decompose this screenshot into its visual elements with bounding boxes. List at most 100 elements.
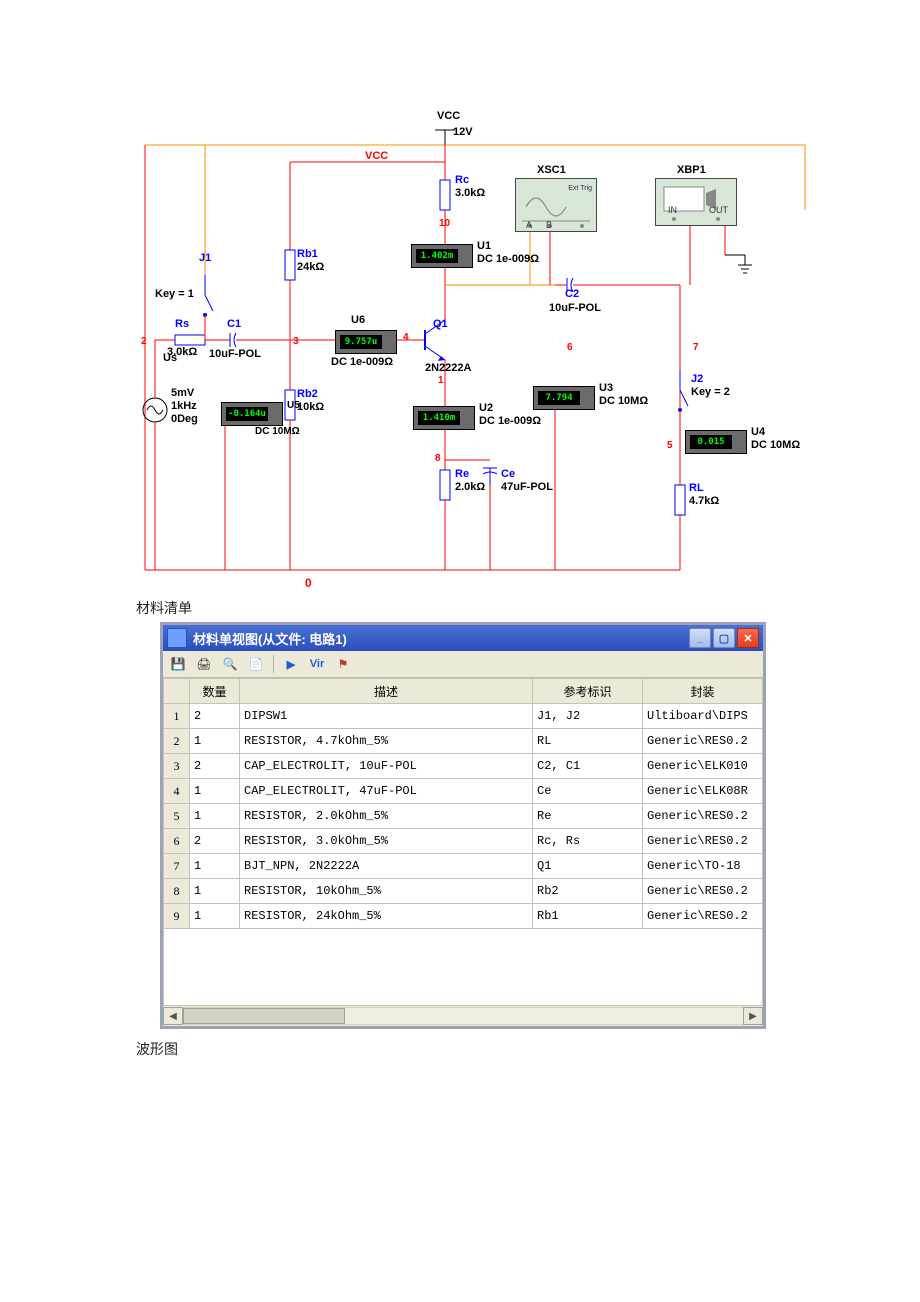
scope-ref: XSC1 <box>537 164 566 177</box>
scope-ch-a: A <box>526 220 532 230</box>
re-val: 2.0kΩ <box>455 481 485 494</box>
bom-caption: 材料清单 <box>136 598 920 618</box>
cell-desc[interactable]: CAP_ELECTROLIT, 47uF-POL <box>240 779 533 804</box>
bom-hscrollbar[interactable]: ◀ ▶ <box>163 1006 763 1026</box>
cell-pkg[interactable]: Generic\RES0.2 <box>643 904 763 929</box>
print-icon[interactable]: 🖨 <box>195 655 213 673</box>
rl-val: 4.7kΩ <box>689 495 719 508</box>
table-row[interactable]: 91RESISTOR, 24kOhm_5%Rb1Generic\RES0.2 <box>164 904 763 929</box>
meter-u6[interactable]: 9.757u <box>335 330 397 354</box>
cell-pkg[interactable]: Generic\TO-18 <box>643 854 763 879</box>
cell-pkg[interactable]: Generic\RES0.2 <box>643 729 763 754</box>
cell-desc[interactable]: BJT_NPN, 2N2222A <box>240 854 533 879</box>
scroll-track[interactable] <box>183 1007 743 1025</box>
table-row[interactable]: 21RESISTOR, 4.7kOhm_5%RLGeneric\RES0.2 <box>164 729 763 754</box>
cell-pkg[interactable]: Generic\RES0.2 <box>643 829 763 854</box>
meter-u3[interactable]: 7.794 <box>533 386 595 410</box>
vir-label[interactable]: Vir <box>308 655 326 673</box>
table-row[interactable]: 71BJT_NPN, 2N2222AQ1Generic\TO-18 <box>164 854 763 879</box>
bom-col-refs[interactable]: 参考标识 <box>533 679 643 704</box>
cell-refs[interactable]: Q1 <box>533 854 643 879</box>
cell-pkg[interactable]: Generic\RES0.2 <box>643 804 763 829</box>
bom-grid: 数量 描述 参考标识 封装 12DIPSW1J1, J2Ultiboard\DI… <box>163 678 763 1026</box>
flag-icon[interactable]: ⚑ <box>334 655 352 673</box>
row-number: 9 <box>164 904 190 929</box>
table-row[interactable]: 81RESISTOR, 10kOhm_5%Rb2Generic\RES0.2 <box>164 879 763 904</box>
u6-ref: U6 <box>351 314 365 327</box>
table-row[interactable]: 12DIPSW1J1, J2Ultiboard\DIPS <box>164 704 763 729</box>
cell-qty[interactable]: 2 <box>190 704 240 729</box>
cell-qty[interactable]: 1 <box>190 729 240 754</box>
cell-desc[interactable]: RESISTOR, 10kOhm_5% <box>240 879 533 904</box>
rl-ref: RL <box>689 482 704 495</box>
meter-u1[interactable]: 1.402m <box>411 244 473 268</box>
bode-plotter[interactable]: IN OUT <box>655 178 737 226</box>
ce-val: 47uF-POL <box>501 481 553 494</box>
cell-desc[interactable]: CAP_ELECTROLIT, 10uF-POL <box>240 754 533 779</box>
bom-toolbar: 💾 🖨 🔍 📄 ▶ Vir ⚑ <box>163 651 763 678</box>
cell-desc[interactable]: RESISTOR, 24kOhm_5% <box>240 904 533 929</box>
table-row[interactable]: 51RESISTOR, 2.0kOhm_5%ReGeneric\RES0.2 <box>164 804 763 829</box>
goto-right-icon[interactable]: ▶ <box>282 655 300 673</box>
cell-pkg[interactable]: Generic\ELK08R <box>643 779 763 804</box>
net-8: 8 <box>435 453 441 464</box>
u2-ref: U2 <box>479 402 493 415</box>
cell-desc[interactable]: RESISTOR, 3.0kOhm_5% <box>240 829 533 854</box>
scroll-right-icon[interactable]: ▶ <box>743 1007 763 1025</box>
cell-refs[interactable]: Re <box>533 804 643 829</box>
cell-refs[interactable]: C2, C1 <box>533 754 643 779</box>
window-maximize-button[interactable]: ▢ <box>713 628 735 648</box>
bom-col-qty[interactable]: 数量 <box>190 679 240 704</box>
save-icon[interactable]: 💾 <box>169 655 187 673</box>
export-icon[interactable]: 📄 <box>247 655 265 673</box>
cell-desc[interactable]: DIPSW1 <box>240 704 533 729</box>
cell-qty[interactable]: 1 <box>190 879 240 904</box>
bom-col-rownum[interactable] <box>164 679 190 704</box>
cell-refs[interactable]: Rb1 <box>533 904 643 929</box>
cell-qty[interactable]: 2 <box>190 754 240 779</box>
bom-titlebar[interactable]: 材料单视图(从文件: 电路1) _ ▢ ✕ <box>163 625 763 651</box>
meter-u1-reading: 1.402m <box>416 249 458 263</box>
cell-pkg[interactable]: Generic\RES0.2 <box>643 879 763 904</box>
cell-qty[interactable]: 1 <box>190 904 240 929</box>
meter-u2[interactable]: 1.410m <box>413 406 475 430</box>
scroll-left-icon[interactable]: ◀ <box>163 1007 183 1025</box>
cell-qty[interactable]: 1 <box>190 804 240 829</box>
rs-val: 3.0kΩ <box>167 346 197 359</box>
cell-desc[interactable]: RESISTOR, 4.7kOhm_5% <box>240 729 533 754</box>
c2-val: 10uF-POL <box>549 302 601 315</box>
bode-ref: XBP1 <box>677 164 706 177</box>
u4-spec: DC 10MΩ <box>751 439 800 452</box>
oscilloscope[interactable]: A B Ext Trig <box>515 178 597 232</box>
meter-u5[interactable]: -0.164u <box>221 402 283 426</box>
cell-refs[interactable]: Ce <box>533 779 643 804</box>
cell-qty[interactable]: 2 <box>190 829 240 854</box>
window-close-button[interactable]: ✕ <box>737 628 759 648</box>
table-row[interactable]: 62RESISTOR, 3.0kOhm_5%Rc, RsGeneric\RES0… <box>164 829 763 854</box>
net-6: 6 <box>567 342 573 353</box>
bom-col-pkg[interactable]: 封装 <box>643 679 763 704</box>
cell-qty[interactable]: 1 <box>190 854 240 879</box>
cell-refs[interactable]: Rc, Rs <box>533 829 643 854</box>
net-4: 4 <box>403 332 409 343</box>
scroll-thumb[interactable] <box>183 1008 345 1024</box>
rs-ref: Rs <box>175 318 189 331</box>
cell-qty[interactable]: 1 <box>190 779 240 804</box>
bom-col-desc[interactable]: 描述 <box>240 679 533 704</box>
cell-pkg[interactable]: Ultiboard\DIPS <box>643 704 763 729</box>
cell-refs[interactable]: RL <box>533 729 643 754</box>
table-row[interactable]: 41CAP_ELECTROLIT, 47uF-POLCeGeneric\ELK0… <box>164 779 763 804</box>
cell-refs[interactable]: Rb2 <box>533 879 643 904</box>
print-preview-icon[interactable]: 🔍 <box>221 655 239 673</box>
net-7: 7 <box>693 342 699 353</box>
j1-key: Key = 1 <box>155 288 194 301</box>
circuit-schematic: 2 3 4 1 8 10 12 6 7 5 VCC 12V VCC 5mV 1k… <box>135 90 815 580</box>
cell-pkg[interactable]: Generic\ELK010 <box>643 754 763 779</box>
cell-refs[interactable]: J1, J2 <box>533 704 643 729</box>
window-minimize-button[interactable]: _ <box>689 628 711 648</box>
meter-u4[interactable]: 0.015 <box>685 430 747 454</box>
bom-header-row: 数量 描述 参考标识 封装 <box>164 679 763 704</box>
bode-in: IN <box>668 205 677 215</box>
table-row[interactable]: 32CAP_ELECTROLIT, 10uF-POLC2, C1Generic\… <box>164 754 763 779</box>
cell-desc[interactable]: RESISTOR, 2.0kOhm_5% <box>240 804 533 829</box>
